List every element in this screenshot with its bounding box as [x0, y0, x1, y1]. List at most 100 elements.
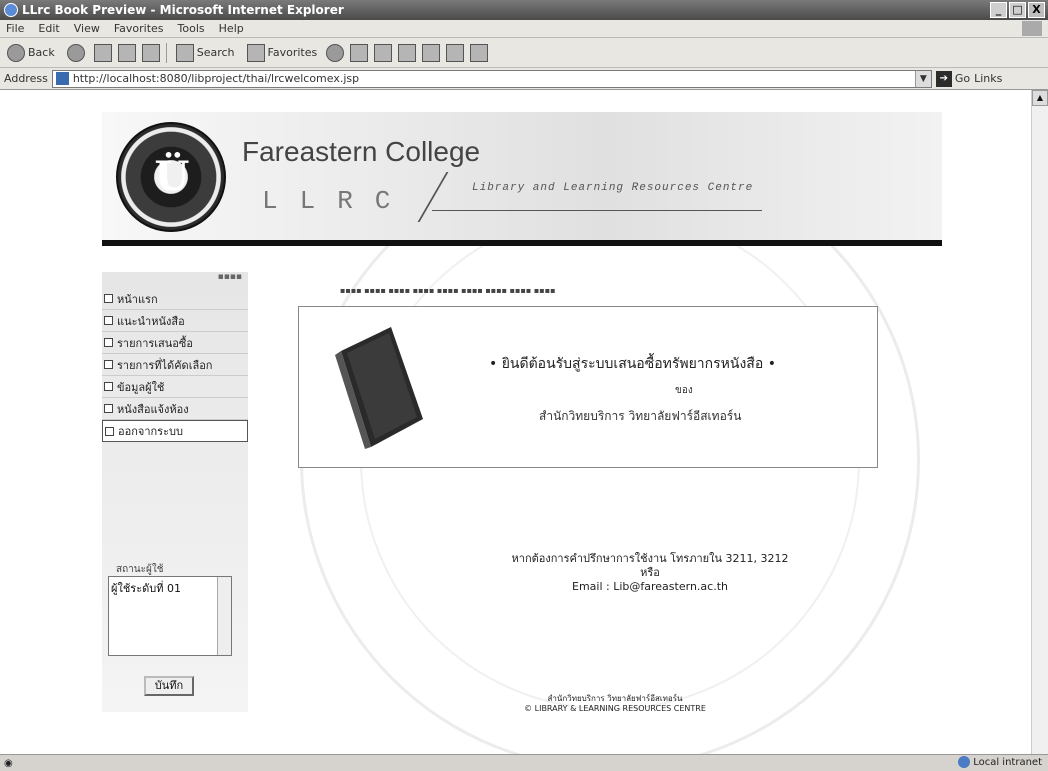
menu-file[interactable]: File [6, 22, 24, 35]
sidebar-item-label: รายการที่ได้คัดเลือก [117, 358, 213, 372]
research-icon[interactable] [446, 43, 465, 62]
sidebar-item-room-notice[interactable]: หนังสือแจ้งห้อง [102, 398, 248, 420]
contact-email[interactable]: Email : Lib@fareastern.ac.th [460, 580, 840, 594]
minimize-button[interactable]: _ [990, 2, 1007, 18]
maximize-button[interactable]: □ [1009, 2, 1026, 18]
menu-header: ▪▪▪▪ [217, 272, 242, 282]
header-line [432, 210, 762, 211]
home-icon[interactable] [141, 43, 160, 62]
zone-label: Local intranet [973, 756, 1042, 768]
menu-tools[interactable]: Tools [178, 22, 205, 35]
toolbar: Back Search Favorites [0, 38, 1048, 68]
bullet-icon [104, 338, 113, 347]
edit-icon[interactable] [398, 43, 417, 62]
bullet-icon [104, 316, 113, 325]
sidebar-item-proposals[interactable]: รายการเสนอซื้อ [102, 332, 248, 354]
security-zone: Local intranet [958, 756, 1042, 768]
back-arrow-icon [7, 43, 25, 62]
menu-bar: File Edit View Favorites Tools Help [0, 20, 1048, 38]
user-status-box[interactable]: ผู้ใช้ระดับที่ 01 [108, 576, 232, 656]
window-controls: _ □ X [990, 2, 1045, 18]
footer: สำนักวิทยบริการ วิทยาลัยฟาร์อีสเทอร์น © … [460, 694, 770, 714]
sidebar-item-label: หน้าแรก [117, 292, 158, 306]
contact-phone: หากต้องการคำปรึกษาการใช้งาน โทรภายใน 321… [511, 552, 789, 565]
page-done-icon: ◉ [4, 757, 13, 769]
address-url: http://localhost:8080/libproject/thai/lr… [72, 72, 360, 85]
bullet-icon [104, 404, 113, 413]
ie-icon [4, 3, 18, 17]
sidebar: ▪▪▪▪ หน้าแรก แนะนำหนังสือ รายการเสนอซื้อ… [102, 272, 248, 712]
search-icon [175, 43, 194, 62]
sidebar-item-selected[interactable]: รายการที่ได้คัดเลือก [102, 354, 248, 376]
bullet-icon [105, 426, 114, 436]
llrc-title: LLRC [262, 186, 413, 216]
address-label: Address [4, 72, 48, 85]
address-input[interactable]: http://localhost:8080/libproject/thai/lr… [51, 69, 932, 88]
search-label: Search [196, 46, 235, 59]
menu-favorites[interactable]: Favorites [114, 22, 164, 35]
sidebar-item-label: ข้อมูลผู้ใช้ [117, 380, 165, 394]
footer-org: สำนักวิทยบริการ วิทยาลัยฟาร์อีสเทอร์น [547, 694, 683, 703]
footer-copyright: © LIBRARY & LEARNING RESOURCES CENTRE [524, 704, 706, 713]
page-viewport: Ü Fareastern College LLRC Library and Le… [0, 90, 1048, 754]
welcome-org: สำนักวิทยบริการ วิทยาลัยฟาร์อีสเทอร์น [539, 409, 742, 423]
status-bar: ◉ Local intranet [0, 754, 1048, 771]
logo-mark: Ü [154, 153, 190, 200]
go-arrow-icon: ➔ [935, 70, 952, 87]
welcome-of: ของ [675, 385, 693, 396]
bullet-icon [104, 382, 113, 391]
scroll-up-icon[interactable]: ▲ [1032, 90, 1048, 106]
sidebar-item-label: ออกจากระบบ [118, 425, 183, 438]
close-button[interactable]: X [1028, 2, 1045, 18]
title-bar: LLrc Book Preview - Microsoft Internet E… [0, 0, 1048, 20]
sidebar-item-label: หนังสือแจ้งห้อง [117, 402, 189, 416]
stop-icon[interactable] [93, 43, 112, 62]
favorites-button[interactable]: Favorites [244, 42, 321, 64]
links-label[interactable]: Links [974, 72, 1002, 85]
chevron-down-icon[interactable]: ▼ [914, 70, 931, 87]
contact-or: หรือ [640, 566, 660, 579]
discuss-icon[interactable] [422, 43, 441, 62]
go-label: Go [954, 72, 971, 85]
sidebar-item-label: แนะนำหนังสือ [117, 314, 185, 328]
book-icon [335, 327, 423, 449]
college-logo: Ü [116, 122, 226, 232]
back-button[interactable]: Back [4, 42, 58, 64]
back-label: Back [28, 46, 55, 59]
status-scrollbar[interactable] [217, 577, 231, 655]
contact-info: หากต้องการคำปรึกษาการใช้งาน โทรภายใน 321… [460, 552, 840, 594]
windows-flag-icon [1022, 21, 1042, 36]
globe-icon [958, 756, 971, 768]
window-title: LLrc Book Preview - Microsoft Internet E… [22, 3, 344, 17]
print-icon[interactable] [374, 43, 393, 62]
bullet-icon [104, 360, 113, 369]
mail-icon[interactable] [350, 43, 369, 62]
menu-view[interactable]: View [74, 22, 100, 35]
user-status-label: สถานะผู้ใช้ [116, 564, 164, 575]
sidebar-item-home[interactable]: หน้าแรก [102, 288, 248, 310]
user-status-value: ผู้ใช้ระดับที่ 01 [111, 582, 181, 595]
sidebar-item-label: รายการเสนอซื้อ [117, 336, 193, 350]
site-header: Ü Fareastern College LLRC Library and Le… [102, 112, 942, 246]
welcome-title: • ยินดีต้อนรับสู่ระบบเสนอซื้อทรัพยากรหนั… [489, 356, 776, 372]
header-subtitle: Library and Learning Resources Centre [472, 182, 754, 194]
sidebar-item-recommend[interactable]: แนะนำหนังสือ [102, 310, 248, 332]
menu-edit[interactable]: Edit [38, 22, 59, 35]
header-divider [417, 172, 449, 222]
history-icon[interactable] [326, 43, 345, 62]
address-bar: Address http://localhost:8080/libproject… [0, 68, 1048, 90]
refresh-icon[interactable] [117, 43, 136, 62]
college-name: Fareastern College [242, 136, 481, 167]
welcome-panel: • ยินดีต้อนรับสู่ระบบเสนอซื้อทรัพยากรหนั… [298, 306, 878, 468]
messenger-icon[interactable] [470, 43, 489, 62]
search-button[interactable]: Search [173, 42, 238, 64]
go-button[interactable]: ➔ Go [935, 70, 971, 87]
save-button[interactable]: บันทึก [144, 676, 194, 696]
toolbar-separator [165, 42, 167, 63]
menu-help[interactable]: Help [219, 22, 244, 35]
vertical-scrollbar[interactable]: ▲ [1031, 90, 1048, 754]
sidebar-item-logout[interactable]: ออกจากระบบ [102, 420, 248, 442]
star-icon [246, 43, 265, 62]
forward-button[interactable] [64, 42, 88, 64]
sidebar-item-user-info[interactable]: ข้อมูลผู้ใช้ [102, 376, 248, 398]
